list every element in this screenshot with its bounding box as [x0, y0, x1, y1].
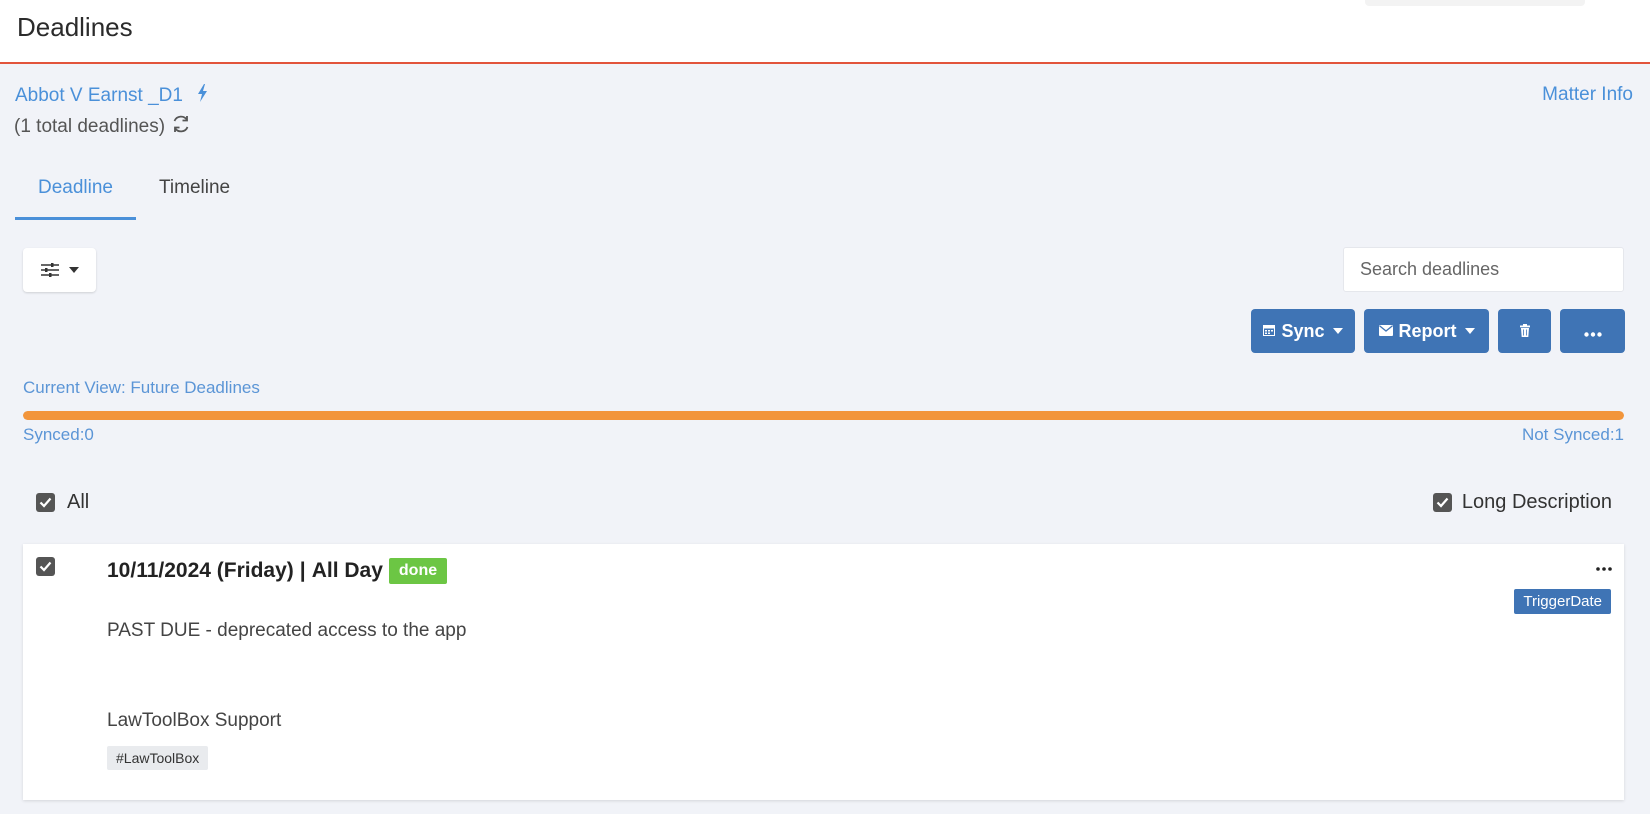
sync-button[interactable]: Sync — [1251, 309, 1355, 353]
report-label: Report — [1398, 320, 1457, 341]
deadline-author: LawToolBox Support — [107, 710, 282, 731]
ellipsis-icon — [1583, 321, 1602, 342]
deadline-more-button[interactable] — [1596, 554, 1612, 577]
deadline-card: 10/11/2024 (Friday) | All Day done Trigg… — [23, 544, 1624, 800]
delete-button[interactable] — [1498, 309, 1551, 353]
header-user-area — [1365, 0, 1585, 6]
deadline-checkbox[interactable] — [36, 557, 55, 576]
matter-name-link[interactable]: Abbot V Earnst _D1 — [15, 84, 208, 107]
sliders-icon — [40, 262, 59, 278]
chevron-down-icon — [68, 267, 79, 273]
search-input[interactable] — [1343, 247, 1624, 292]
total-deadlines: (1 total deadlines) — [14, 114, 191, 140]
status-badge: done — [388, 558, 448, 584]
trigger-date-badge: TriggerDate — [1514, 589, 1611, 614]
long-description-label: Long Description — [1461, 491, 1612, 513]
deadline-tag[interactable]: #LawToolBox — [107, 746, 209, 770]
synced-count: Synced:0 — [23, 425, 94, 444]
matter-info-link[interactable]: Matter Info — [1542, 84, 1633, 106]
sync-progress-bar — [23, 411, 1624, 420]
more-actions-button[interactable] — [1560, 309, 1625, 353]
trash-icon — [1519, 321, 1530, 342]
matter-name: Abbot V Earnst _D1 — [15, 84, 183, 106]
chevron-down-icon — [1332, 328, 1343, 334]
not-synced-count: Not Synced:1 — [1521, 425, 1624, 444]
report-button[interactable]: Report — [1364, 309, 1489, 353]
bolt-icon — [197, 84, 208, 107]
sync-progress-fill — [23, 411, 1624, 420]
envelope-icon — [1378, 323, 1393, 339]
ellipsis-icon — [1596, 567, 1612, 571]
page-title: Deadlines — [17, 12, 133, 42]
sync-label: Sync — [1281, 320, 1325, 341]
tab-deadline[interactable]: Deadline — [15, 168, 136, 220]
deadline-date: 10/11/2024 (Friday) — [107, 559, 294, 582]
select-all-row: All — [36, 491, 89, 514]
deadline-separator: | — [299, 559, 306, 582]
filter-dropdown-button[interactable] — [23, 248, 96, 292]
total-deadlines-text: (1 total deadlines) — [14, 116, 166, 137]
long-description-checkbox[interactable] — [1432, 493, 1452, 512]
tab-bar: Deadline Timeline — [15, 168, 253, 220]
select-all-checkbox[interactable] — [36, 493, 55, 512]
page-header: Deadlines — [0, 0, 1650, 64]
tab-timeline[interactable]: Timeline — [136, 168, 253, 220]
deadline-time: All Day — [311, 559, 383, 582]
current-view-label: Current View: Future Deadlines — [23, 378, 260, 397]
refresh-icon[interactable] — [171, 114, 191, 140]
chevron-down-icon — [1464, 328, 1475, 334]
long-description-row: Long Description — [1432, 491, 1612, 514]
deadline-date-row: 10/11/2024 (Friday) | All Day done — [107, 558, 448, 584]
deadline-description: PAST DUE - deprecated access to the app — [107, 620, 467, 641]
select-all-label: All — [67, 491, 90, 513]
calendar-icon — [1263, 323, 1276, 339]
